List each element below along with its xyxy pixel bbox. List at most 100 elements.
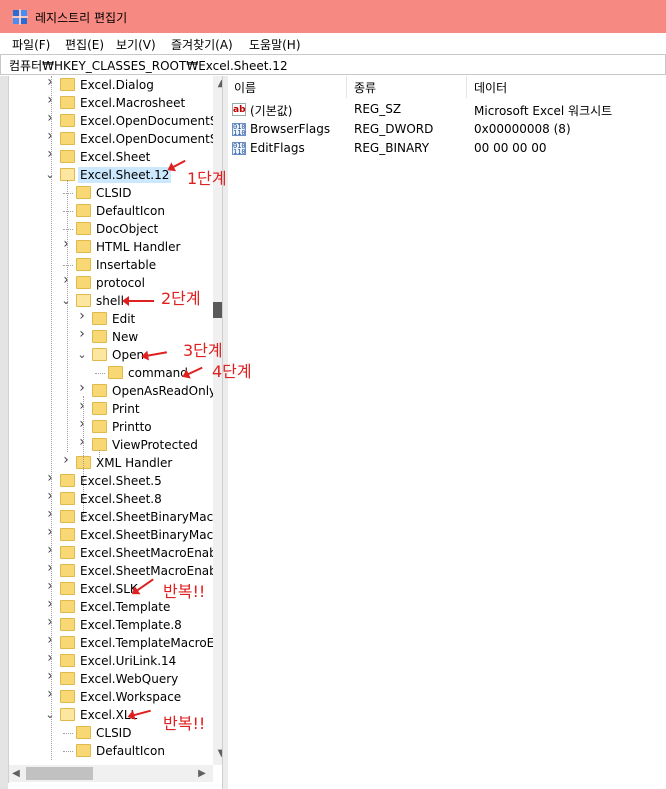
scroll-left-icon[interactable]: ◀ bbox=[9, 768, 23, 779]
tree-connector bbox=[63, 265, 73, 266]
column-divider[interactable] bbox=[466, 76, 467, 98]
tree-node[interactable]: › New bbox=[9, 327, 205, 346]
chevron-right-icon[interactable]: › bbox=[61, 237, 71, 251]
menu-bar: 파일(F) 편집(E) 보기(V) 즐겨찾기(A) 도움말(H) bbox=[0, 33, 666, 54]
tree-node[interactable]: DefaultIcon bbox=[9, 202, 205, 220]
tree-node-label: Excel.Workspace bbox=[80, 690, 182, 704]
folder-icon bbox=[92, 330, 107, 343]
tree-node[interactable]: › Excel.UriLink.14 bbox=[9, 651, 205, 670]
chevron-right-icon[interactable]: › bbox=[45, 615, 55, 629]
chevron-right-icon[interactable]: › bbox=[45, 597, 55, 611]
tree-node[interactable]: › Excel.Workspace bbox=[9, 687, 205, 706]
value-row[interactable]: 010 110 BrowserFlags REG_DWORD 0x00000008… bbox=[228, 120, 666, 139]
chevron-right-icon[interactable]: › bbox=[45, 561, 55, 575]
value-type: REG_BINARY bbox=[354, 141, 430, 155]
chevron-right-icon[interactable]: › bbox=[77, 309, 87, 323]
chevron-right-icon[interactable]: › bbox=[45, 543, 55, 557]
address-bar[interactable]: 컴퓨터₩HKEY_CLASSES_ROOT₩Excel.Sheet.12 bbox=[0, 54, 666, 75]
chevron-right-icon[interactable]: › bbox=[45, 579, 55, 593]
chevron-down-icon[interactable]: ⌄ bbox=[45, 169, 55, 181]
tree-node[interactable]: › OpenAsReadOnly bbox=[9, 381, 216, 400]
tree-node[interactable]: › Excel.WebQuery bbox=[9, 669, 205, 688]
column-header-data[interactable]: 데이터 bbox=[474, 79, 507, 96]
tree-node-label: Excel.OpenDocumentS bbox=[80, 132, 218, 146]
value-row[interactable]: ab (기본값) REG_SZ Microsoft Excel 워크시트 bbox=[228, 100, 666, 119]
tree-horizontal-scroll-thumb[interactable] bbox=[26, 767, 93, 780]
scroll-right-icon[interactable]: ▶ bbox=[195, 768, 209, 779]
folder-icon bbox=[76, 726, 91, 739]
tree-node[interactable]: › Excel.Sheet.8 bbox=[9, 489, 205, 508]
tree-node[interactable]: › Excel.TemplateMacroEr bbox=[9, 633, 219, 652]
chevron-right-icon[interactable]: › bbox=[77, 417, 87, 431]
column-header-type[interactable]: 종류 bbox=[354, 79, 376, 96]
menu-edit[interactable]: 편집(E) bbox=[65, 36, 104, 53]
chevron-right-icon[interactable]: › bbox=[45, 651, 55, 665]
tree-node[interactable]: › Excel.SheetBinaryMacro bbox=[9, 507, 223, 526]
chevron-right-icon[interactable]: › bbox=[61, 273, 71, 287]
folder-icon bbox=[92, 420, 107, 433]
chevron-down-icon[interactable]: ⌄ bbox=[77, 349, 87, 361]
tree-node[interactable]: › HTML Handler bbox=[9, 237, 205, 256]
menu-view[interactable]: 보기(V) bbox=[116, 36, 156, 53]
folder-icon bbox=[60, 132, 75, 145]
folder-icon bbox=[76, 744, 91, 757]
tree-node[interactable]: ⌄ Open bbox=[9, 346, 205, 364]
chevron-right-icon[interactable]: › bbox=[45, 147, 55, 161]
chevron-right-icon[interactable]: › bbox=[45, 93, 55, 107]
tree-node[interactable]: Insertable bbox=[9, 256, 205, 274]
tree-node[interactable]: DefaultIcon bbox=[9, 742, 205, 760]
tree-node-label: Excel.Dialog bbox=[80, 78, 154, 92]
tree-node[interactable]: CLSID bbox=[9, 184, 205, 202]
tree-node[interactable]: › Excel.Sheet.5 bbox=[9, 471, 205, 490]
tree-node-label: Excel.SheetMacroEnabl bbox=[80, 564, 221, 578]
tree-node[interactable]: › Print bbox=[9, 399, 205, 418]
tree-node[interactable]: DocObject bbox=[9, 220, 205, 238]
tree-node[interactable]: › Excel.SheetBinaryMacro bbox=[9, 525, 223, 544]
tree-node[interactable]: › Excel.SheetMacroEnabl bbox=[9, 543, 220, 562]
chevron-right-icon[interactable]: › bbox=[45, 633, 55, 647]
tree-node[interactable]: ⌄ Excel.Sheet.12 bbox=[9, 166, 205, 184]
chevron-right-icon[interactable]: › bbox=[61, 453, 71, 467]
chevron-right-icon[interactable]: › bbox=[77, 399, 87, 413]
tree-node-label: HTML Handler bbox=[96, 240, 181, 254]
chevron-right-icon[interactable]: › bbox=[45, 76, 55, 89]
tree-node[interactable]: › XML Handler bbox=[9, 453, 205, 472]
folder-icon bbox=[60, 78, 75, 91]
chevron-right-icon[interactable]: › bbox=[45, 129, 55, 143]
tree-horizontal-scrollbar[interactable]: ◀ ▶ bbox=[9, 765, 213, 782]
chevron-down-icon[interactable]: ⌄ bbox=[45, 709, 55, 721]
tree-node[interactable]: › Edit bbox=[9, 309, 205, 328]
column-header-name[interactable]: 이름 bbox=[234, 79, 256, 96]
chevron-right-icon[interactable]: › bbox=[45, 669, 55, 683]
folder-icon bbox=[60, 564, 75, 577]
chevron-right-icon[interactable]: › bbox=[45, 489, 55, 503]
chevron-right-icon[interactable]: › bbox=[77, 327, 87, 341]
tree-node[interactable]: › Printto bbox=[9, 417, 205, 436]
tree-node-label: Printto bbox=[112, 420, 152, 434]
menu-file[interactable]: 파일(F) bbox=[12, 36, 50, 53]
tree-node-label: Excel.Sheet bbox=[80, 150, 151, 164]
tree-node[interactable]: › ViewProtected bbox=[9, 435, 205, 454]
chevron-right-icon[interactable]: › bbox=[45, 687, 55, 701]
values-pane[interactable]: 이름 종류 데이터 ab (기본값) REG_SZ Microsoft Exce… bbox=[228, 76, 666, 789]
tree-node[interactable]: › Excel.Macrosheet bbox=[9, 93, 205, 112]
chevron-right-icon[interactable]: › bbox=[45, 111, 55, 125]
column-divider[interactable] bbox=[346, 76, 347, 98]
chevron-right-icon[interactable]: › bbox=[77, 381, 87, 395]
value-row[interactable]: 010 110 EditFlags REG_BINARY 00 00 00 00 bbox=[228, 139, 666, 158]
folder-icon bbox=[60, 636, 75, 649]
tree-node[interactable]: command bbox=[9, 364, 205, 382]
menu-favorites[interactable]: 즐겨찾기(A) bbox=[171, 36, 233, 53]
chevron-right-icon[interactable]: › bbox=[45, 471, 55, 485]
tree-node[interactable]: › Excel.OpenDocumentS bbox=[9, 111, 217, 130]
value-type: REG_SZ bbox=[354, 102, 402, 116]
chevron-down-icon[interactable]: ⌄ bbox=[61, 295, 71, 307]
chevron-right-icon[interactable]: › bbox=[45, 507, 55, 521]
chevron-right-icon[interactable]: › bbox=[45, 525, 55, 539]
chevron-right-icon[interactable]: › bbox=[77, 435, 87, 449]
tree-node[interactable]: › Excel.Template.8 bbox=[9, 615, 205, 634]
tree-node-label: Excel.Sheet.12 bbox=[78, 167, 172, 183]
menu-help[interactable]: 도움말(H) bbox=[249, 36, 301, 53]
tree-node[interactable]: › Excel.Dialog bbox=[9, 76, 205, 94]
tree-node[interactable]: › Excel.OpenDocumentS bbox=[9, 129, 217, 148]
